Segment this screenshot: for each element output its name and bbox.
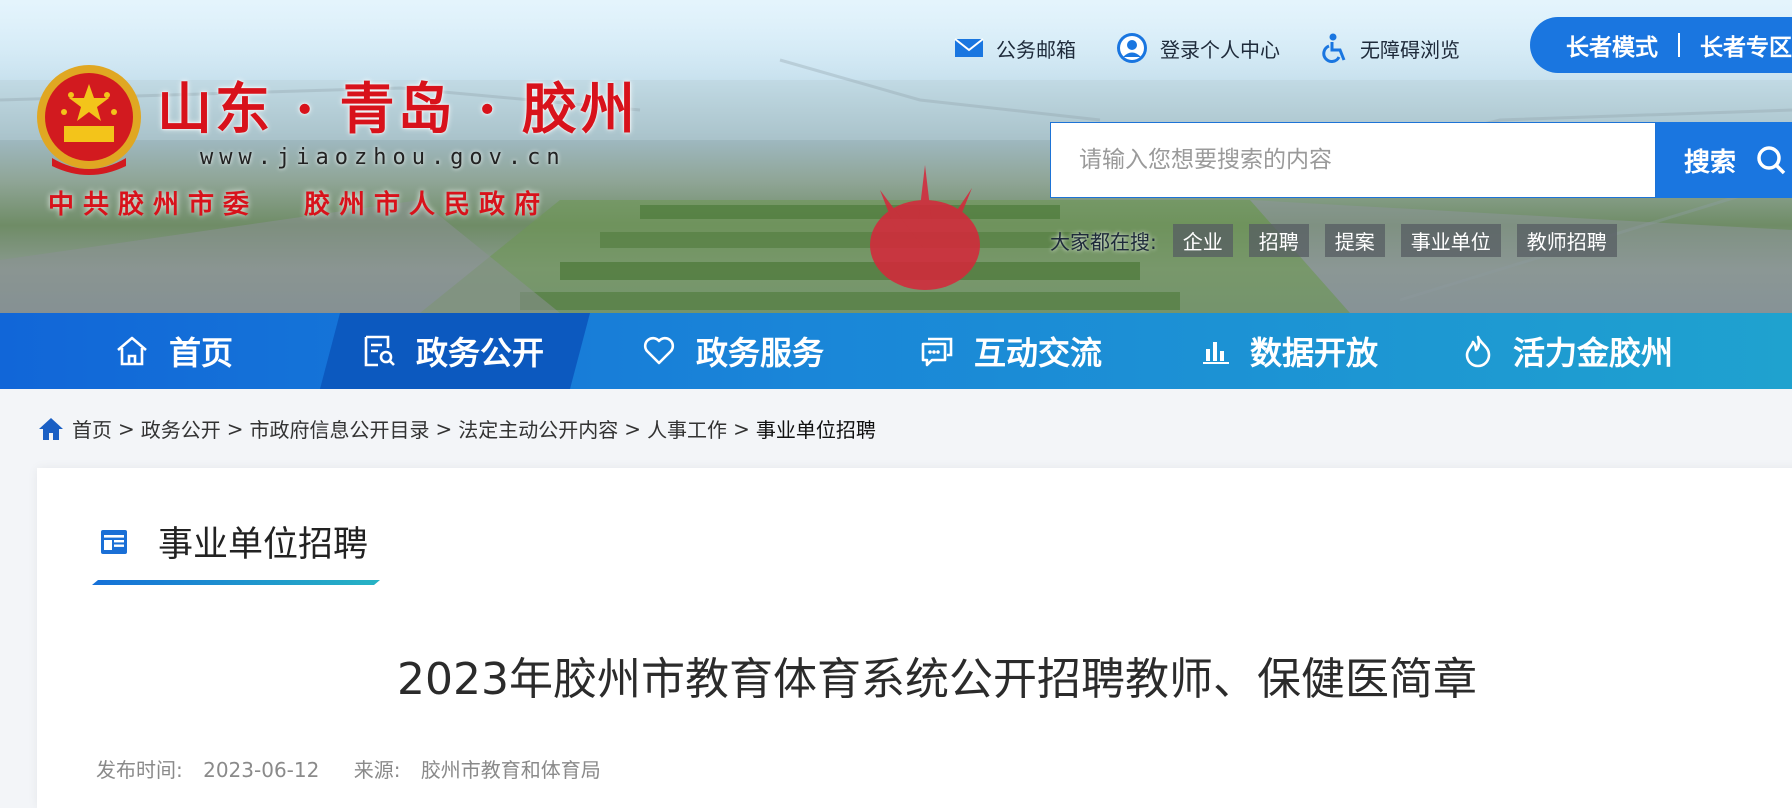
site-url: www.jiaozhou.gov.cn xyxy=(200,145,566,170)
nav-item-interaction[interactable]: 互动交流 xyxy=(920,313,1102,389)
elder-mode-bar: 长者模式 长者专区 xyxy=(1530,17,1792,73)
hot-tag-proposal[interactable]: 提案 xyxy=(1324,224,1385,257)
breadcrumb-home[interactable]: 首页 xyxy=(72,414,112,443)
user-icon xyxy=(1117,33,1147,63)
breadcrumb-separator: > xyxy=(733,416,750,441)
search-box xyxy=(1050,122,1656,198)
home-icon[interactable] xyxy=(38,416,64,442)
nav-data-open-label: 数据开放 xyxy=(1250,334,1379,372)
org-party-committee: 中共胶州市委 xyxy=(48,190,259,220)
mail-icon xyxy=(954,38,984,57)
chat-icon xyxy=(921,337,953,367)
organization-names: 中共胶州市委 胶州市人民政府 xyxy=(48,184,549,221)
home-icon xyxy=(117,336,147,366)
source: 胶州市教育和体育局 xyxy=(420,758,601,782)
hot-search-label: 大家都在搜: xyxy=(1050,230,1157,254)
breadcrumb: 首页 > 政务公开 > 市政府信息公开目录 > 法定主动公开内容 > 人事工作 … xyxy=(38,414,876,443)
national-emblem-logo xyxy=(37,65,141,175)
nav-government-affairs-open-label: 政务公开 xyxy=(416,334,545,372)
personal-center-link[interactable]: 登录个人中心 xyxy=(1116,32,1280,64)
breadcrumb-separator: > xyxy=(118,416,135,441)
hot-tag-teacher-recruitment[interactable]: 教师招聘 xyxy=(1516,224,1617,257)
accessibility-icon xyxy=(1322,33,1346,63)
search-input[interactable] xyxy=(1077,146,1621,174)
personal-center-label: 登录个人中心 xyxy=(1160,37,1280,62)
breadcrumb-personnel[interactable]: 人事工作 xyxy=(647,414,727,443)
breadcrumb-separator: > xyxy=(226,416,244,441)
publish-date: 2023-06-12 xyxy=(203,758,320,782)
breadcrumb-statutory-content[interactable]: 法定主动公开内容 xyxy=(458,414,618,443)
top-utility-links: 公务邮箱 登录个人中心 无障碍浏览 xyxy=(954,32,1500,64)
flame-icon xyxy=(1465,335,1491,368)
section-header: 事业单位招聘 xyxy=(100,516,368,567)
nav-vibrant-jiaozhou-label: 活力金胶州 xyxy=(1513,334,1674,372)
hot-tag-public-institution[interactable]: 事业单位 xyxy=(1400,224,1501,257)
search-button-label: 搜索 xyxy=(1684,147,1737,178)
publish-date-label: 发布时间: xyxy=(96,758,183,782)
breadcrumb-current[interactable]: 事业单位招聘 xyxy=(756,414,876,443)
section-underline xyxy=(92,580,380,585)
search-icon xyxy=(1757,146,1786,175)
section-title: 事业单位招聘 xyxy=(158,525,369,565)
elder-divider xyxy=(1678,33,1680,57)
site-header: 山东 · 青岛 · 胶州 www.jiaozhou.gov.cn 中共胶州市委 胶… xyxy=(0,0,1792,313)
nav-item-government-services[interactable]: 政务服务 xyxy=(642,313,824,389)
nav-interaction-label: 互动交流 xyxy=(974,334,1103,372)
article-meta: 发布时间: 2023-06-12 来源: 胶州市教育和体育局 xyxy=(96,754,601,783)
source-label: 来源: xyxy=(353,758,401,782)
document-search-icon xyxy=(364,335,395,367)
heart-icon xyxy=(643,336,675,365)
nav-item-vibrant-jiaozhou[interactable]: 活力金胶州 xyxy=(1463,313,1673,389)
hot-tag-enterprise[interactable]: 企业 xyxy=(1172,224,1233,257)
nav-government-services-label: 政务服务 xyxy=(696,334,825,372)
nav-item-data-open[interactable]: 数据开放 xyxy=(1202,313,1378,389)
search-button[interactable]: 搜索 xyxy=(1656,122,1792,198)
elder-zone-button[interactable]: 长者专区 xyxy=(1700,28,1792,62)
list-card-icon xyxy=(101,529,127,554)
main-nav: 首页 政务公开 政务服务 互动交流 数据开放 活力金胶州 xyxy=(0,313,1792,389)
accessibility-label: 无障碍浏览 xyxy=(1360,37,1460,62)
elder-mode-button[interactable]: 长者模式 xyxy=(1566,28,1658,62)
hot-search: 大家都在搜: 企业 招聘 提案 事业单位 教师招聘 xyxy=(1050,224,1617,257)
nav-item-home[interactable]: 首页 xyxy=(115,313,233,389)
breadcrumb-info-catalog[interactable]: 市政府信息公开目录 xyxy=(250,414,430,443)
article-title: 2023年胶州市教育体育系统公开招聘教师、保健医简章 xyxy=(397,654,1477,705)
mail-link-label: 公务邮箱 xyxy=(996,37,1076,62)
breadcrumb-government-affairs-open[interactable]: 政务公开 xyxy=(141,414,221,443)
hot-tag-recruitment[interactable]: 招聘 xyxy=(1248,224,1309,257)
nav-item-government-affairs-open[interactable]: 政务公开 xyxy=(362,313,544,389)
breadcrumb-separator: > xyxy=(624,416,642,441)
nav-home-label: 首页 xyxy=(169,334,234,372)
mail-link[interactable]: 公务邮箱 xyxy=(954,34,1076,63)
breadcrumb-separator: > xyxy=(435,416,453,441)
org-municipal-government: 胶州市人民政府 xyxy=(304,190,550,220)
site-title: 山东 · 青岛 · 胶州 xyxy=(157,76,638,141)
bar-chart-icon xyxy=(1203,342,1229,364)
accessibility-link[interactable]: 无障碍浏览 xyxy=(1320,33,1460,63)
